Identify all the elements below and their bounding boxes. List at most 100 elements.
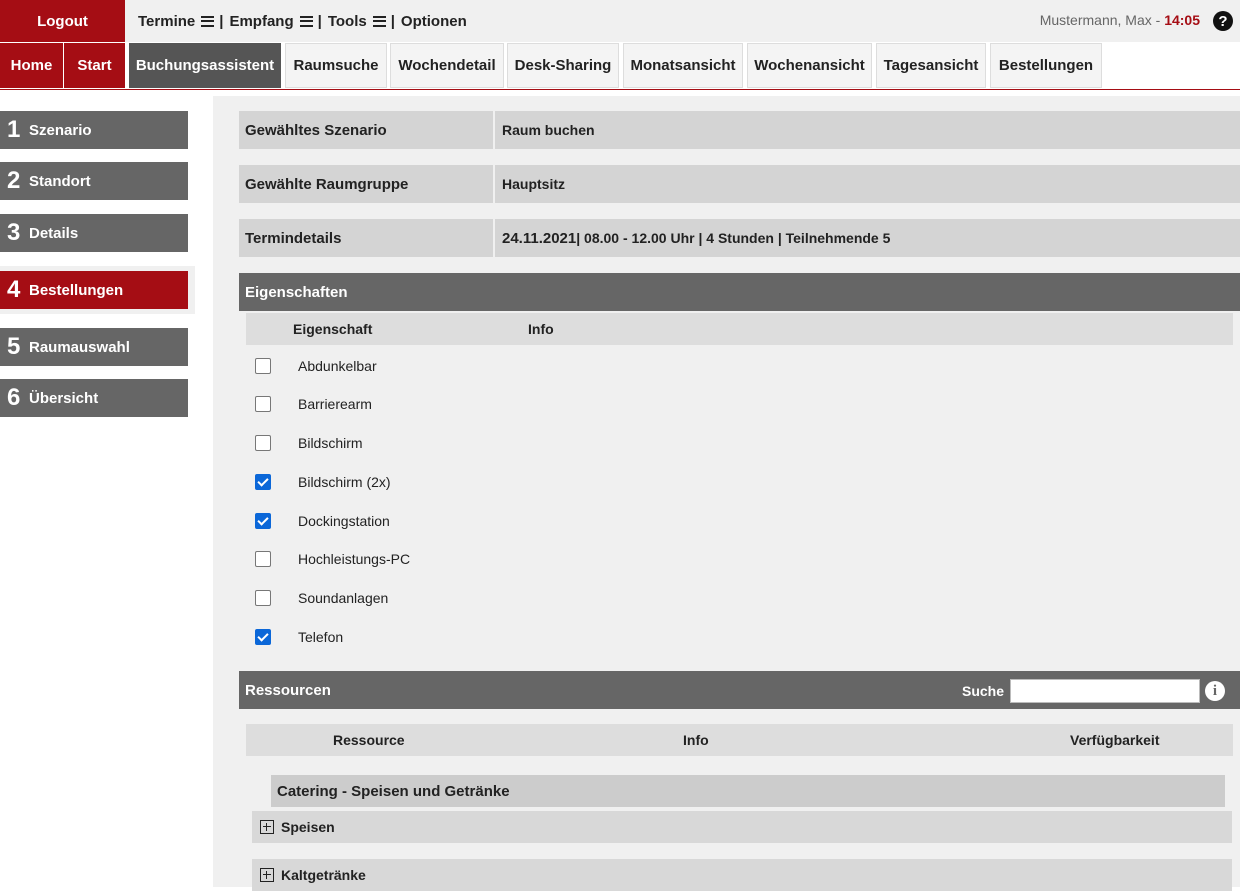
property-label: Hochleistungs-PC xyxy=(298,551,411,567)
step-standort[interactable]: 2 Standort xyxy=(0,162,188,200)
step-raumauswahl[interactable]: 5 Raumauswahl xyxy=(0,328,188,366)
help-icon[interactable]: ? xyxy=(1213,11,1233,31)
search-input[interactable] xyxy=(1010,679,1200,703)
tab-buchungsassistent[interactable]: Buchungsassistent xyxy=(129,43,281,88)
property-label: Soundanlagen xyxy=(298,590,389,606)
step-uebersicht[interactable]: 6 Übersicht xyxy=(0,379,188,417)
property-label: Bildschirm xyxy=(298,435,363,451)
property-checkbox[interactable] xyxy=(255,396,271,412)
property-checkbox[interactable] xyxy=(255,358,271,374)
property-checkbox[interactable] xyxy=(255,629,271,645)
step-label: Details xyxy=(29,224,79,242)
menu-separator: | xyxy=(317,12,322,30)
category-label: Catering - Speisen und Getränke xyxy=(277,782,510,800)
property-checkbox[interactable] xyxy=(255,435,271,451)
menu-optionen[interactable]: Optionen xyxy=(401,13,467,30)
menu-tools-label: Tools xyxy=(327,12,367,30)
top-bar: Logout Termine | Empfang | Tools | Optio… xyxy=(0,0,1240,42)
step-label: Szenario xyxy=(29,121,92,139)
expand-plus-icon xyxy=(260,868,274,882)
menu-termine-label: Termine xyxy=(138,12,196,30)
info-icon[interactable]: i xyxy=(1205,681,1225,701)
property-checkbox[interactable] xyxy=(255,474,271,490)
roomgroup-key: Gewählte Raumgruppe xyxy=(239,165,495,203)
property-row: Abdunkelbar xyxy=(255,354,377,378)
tab-home[interactable]: Home xyxy=(0,43,63,88)
property-row: Telefon xyxy=(255,625,343,649)
menu-separator: | xyxy=(390,12,395,30)
step-number: 1 xyxy=(7,116,21,143)
hamburger-icon xyxy=(201,15,215,27)
step-number: 6 xyxy=(7,384,21,411)
property-row: Bildschirm xyxy=(255,431,363,455)
clock-time: 14:05 xyxy=(1164,12,1200,28)
step-number: 3 xyxy=(7,219,21,246)
step-label: Standort xyxy=(29,172,91,190)
step-number: 4 xyxy=(7,276,21,303)
menu-empfang-label: Empfang xyxy=(229,12,294,30)
column-ressource: Ressource xyxy=(333,732,405,748)
step-bestellungen[interactable]: 4 Bestellungen xyxy=(0,271,188,309)
ressourcen-column-header: Ressource Info Verfügbarkeit xyxy=(246,724,1233,756)
search-label: Suche xyxy=(962,683,1005,699)
details-rest: | 08.00 - 12.00 Uhr | 4 Stunden | Teilne… xyxy=(576,230,891,246)
tab-tagesansicht[interactable]: Tagesansicht xyxy=(876,43,986,88)
details-value: 24.11.2021 | 08.00 - 12.00 Uhr | 4 Stund… xyxy=(495,219,1240,257)
step-number: 2 xyxy=(7,167,21,194)
property-label: Telefon xyxy=(298,629,344,645)
tab-desk-sharing[interactable]: Desk-Sharing xyxy=(507,43,619,88)
property-row: Soundanlagen xyxy=(255,586,388,610)
property-checkbox[interactable] xyxy=(255,513,271,529)
menu-optionen-label: Optionen xyxy=(400,12,467,30)
tab-bar: Home Start Buchungsassistent Raumsuche W… xyxy=(0,42,1240,90)
property-label: Abdunkelbar xyxy=(298,358,377,374)
category-catering: Catering - Speisen und Getränke xyxy=(271,775,1225,807)
tab-monatsansicht[interactable]: Monatsansicht xyxy=(623,43,743,88)
step-label: Bestellungen xyxy=(29,281,124,299)
menu-tools[interactable]: Tools | xyxy=(328,13,401,30)
step-number: 5 xyxy=(7,333,21,360)
tab-bestellungen[interactable]: Bestellungen xyxy=(990,43,1102,88)
details-row: Termindetails 24.11.2021 | 08.00 - 12.00… xyxy=(239,219,1240,257)
roomgroup-row: Gewählte Raumgruppe Hauptsitz xyxy=(239,165,1240,203)
column-info: Info xyxy=(528,321,554,337)
column-verfuegbarkeit: Verfügbarkeit xyxy=(1070,732,1160,748)
logout-button[interactable]: Logout xyxy=(0,0,125,42)
tab-raumsuche[interactable]: Raumsuche xyxy=(285,43,387,88)
property-checkbox[interactable] xyxy=(255,590,271,606)
eigenschaften-title: Eigenschaften xyxy=(245,283,348,301)
group-label: Kaltgetränke xyxy=(281,867,366,883)
menu-separator: | xyxy=(219,12,224,30)
ressourcen-title: Ressourcen xyxy=(245,681,331,699)
property-checkbox[interactable] xyxy=(255,551,271,567)
property-row: Bildschirm (2x) xyxy=(255,470,391,494)
step-szenario[interactable]: 1 Szenario xyxy=(0,111,188,149)
tab-wochenansicht[interactable]: Wochenansicht xyxy=(747,43,872,88)
column-eigenschaft: Eigenschaft xyxy=(293,321,373,337)
property-row: Hochleistungs-PC xyxy=(255,547,410,571)
step-details[interactable]: 3 Details xyxy=(0,214,188,252)
tab-wochendetail[interactable]: Wochendetail xyxy=(390,43,504,88)
column-info: Info xyxy=(683,732,709,748)
scenario-key: Gewähltes Szenario xyxy=(239,111,495,149)
menu-empfang[interactable]: Empfang | xyxy=(229,13,327,30)
property-row: Dockingstation xyxy=(255,509,390,533)
group-speisen[interactable]: Speisen xyxy=(252,811,1232,843)
user-info: Mustermann, Max - 14:05 xyxy=(1040,12,1200,28)
hamburger-icon xyxy=(372,15,386,27)
top-menu: Termine | Empfang | Tools | Optionen xyxy=(138,0,467,42)
roomgroup-value: Hauptsitz xyxy=(502,176,565,192)
property-label: Bildschirm (2x) xyxy=(298,474,391,490)
tab-start[interactable]: Start xyxy=(64,43,125,88)
scenario-value: Raum buchen xyxy=(502,122,595,138)
details-key: Termindetails xyxy=(239,219,495,257)
group-label: Speisen xyxy=(281,819,335,835)
property-label: Dockingstation xyxy=(298,513,390,529)
property-row: Barrierearm xyxy=(255,392,372,416)
details-date: 24.11.2021 xyxy=(502,229,577,247)
expand-plus-icon xyxy=(260,820,274,834)
menu-termine[interactable]: Termine | xyxy=(138,13,229,30)
group-kaltgetraenke[interactable]: Kaltgetränke xyxy=(252,859,1232,891)
eigenschaften-column-header: Eigenschaft Info xyxy=(246,313,1233,345)
property-label: Barrierearm xyxy=(298,396,372,412)
